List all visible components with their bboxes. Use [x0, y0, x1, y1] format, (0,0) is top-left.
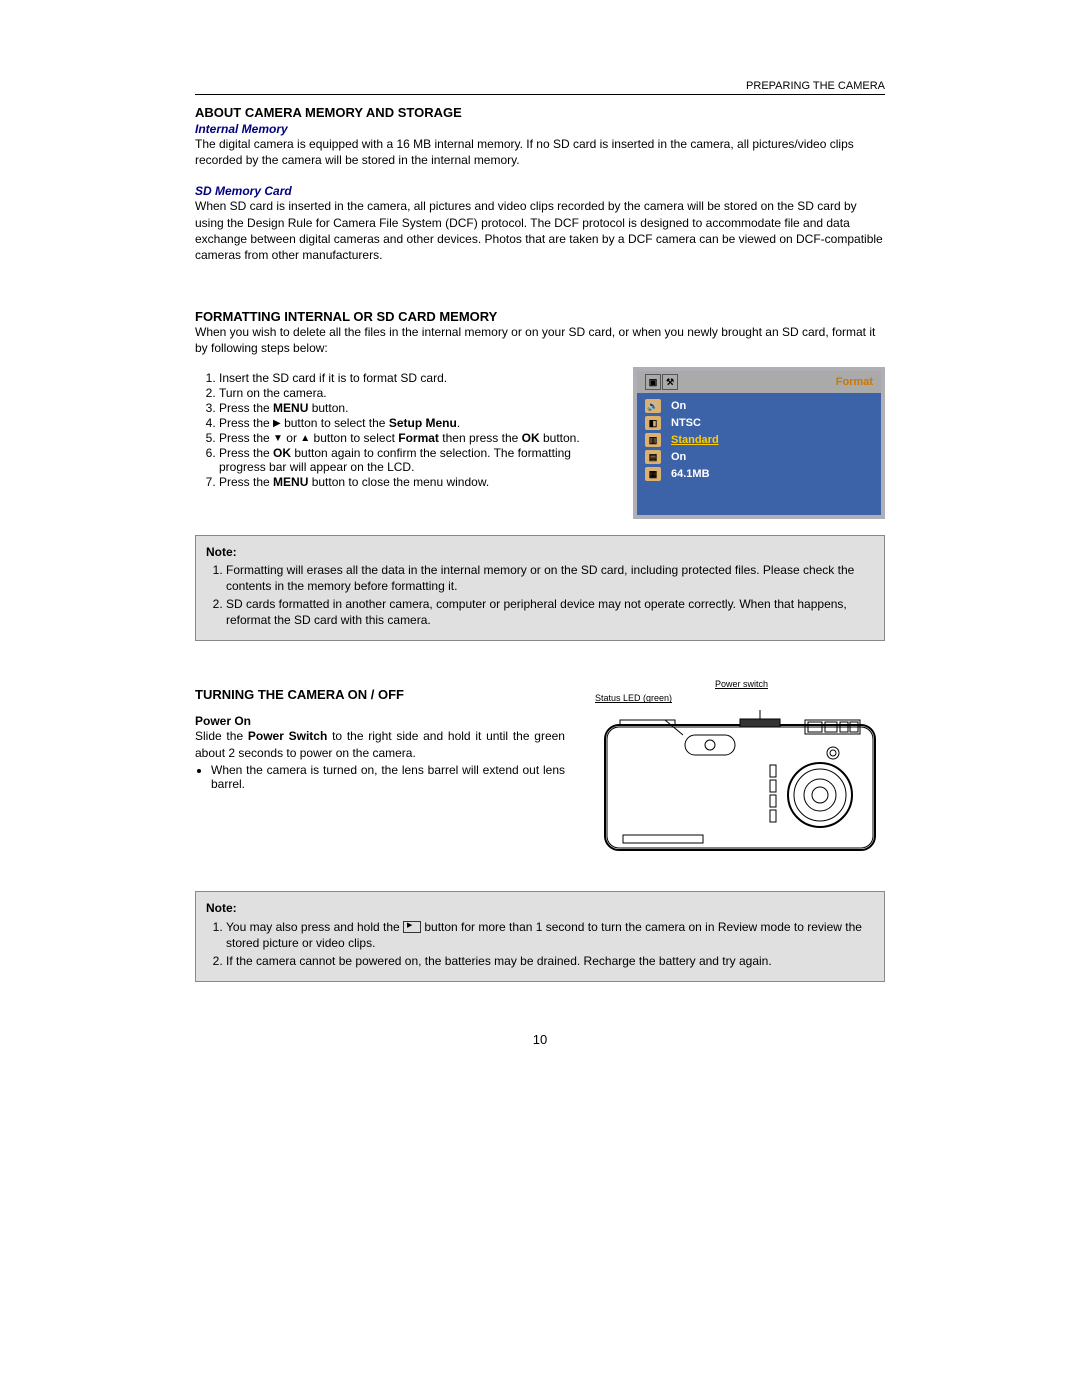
- lcd-tab-icons: ▣⚒: [645, 374, 679, 390]
- lcd-row1-value: On: [671, 400, 686, 412]
- diagram-label-power-switch: Power switch: [715, 679, 768, 689]
- note2-item1: You may also press and hold the button f…: [226, 919, 874, 951]
- note2-label: Note:: [206, 900, 874, 916]
- lcd-title: Format: [836, 376, 873, 388]
- section-1-sub2: SD Memory Card: [195, 184, 885, 198]
- review-icon: [403, 921, 421, 933]
- section-3-p1: Slide the Power Switch to the right side…: [195, 728, 565, 760]
- lcd-row4-value: On: [671, 451, 686, 463]
- lcd-screenshot: ▣⚒ Format 🔊 On ◧ NTSC ▥ Standard ▤ On ▦ 64.1M…: [633, 367, 885, 519]
- note-box-1: Note: Formatting will erases all the dat…: [195, 535, 885, 642]
- diagram-label-status-led: Status LED (green): [595, 693, 672, 703]
- header-section: PREPARING THE CAMERA: [746, 80, 885, 92]
- step-3: Press the MENU button.: [219, 401, 603, 415]
- section-2-intro: When you wish to delete all the files in…: [195, 324, 885, 356]
- camera-diagram: Power switch Status LED (green): [595, 681, 885, 861]
- lcd-body: 🔊 On ◧ NTSC ▥ Standard ▤ On ▦ 64.1MB: [637, 393, 881, 515]
- section-3-sub: Power On: [195, 714, 565, 728]
- date-icon: ▤: [645, 450, 661, 464]
- section-3-bullets: When the camera is turned on, the lens b…: [195, 763, 565, 791]
- section-1-p1: The digital camera is equipped with a 16…: [195, 136, 885, 168]
- section-1-title: ABOUT CAMERA MEMORY AND STORAGE: [195, 105, 885, 120]
- note2-item2: If the camera cannot be powered on, the …: [226, 953, 874, 969]
- usb-icon: ▥: [645, 433, 661, 447]
- step-7: Press the MENU button to close the menu …: [219, 475, 603, 489]
- format-icon: ▦: [645, 467, 661, 481]
- camera-outline-icon: [595, 705, 885, 860]
- lcd-header: ▣⚒ Format: [637, 371, 881, 393]
- wrench-icon: ⚒: [662, 374, 678, 390]
- section-2-title: FORMATTING INTERNAL OR SD CARD MEMORY: [195, 309, 885, 324]
- lcd-row3-value: Standard: [671, 434, 719, 446]
- sound-icon: 🔊: [645, 399, 661, 413]
- note-box-2: Note: You may also press and hold the bu…: [195, 891, 885, 982]
- step-6: Press the OK button again to confirm the…: [219, 446, 603, 474]
- manual-page: PREPARING THE CAMERA ABOUT CAMERA MEMORY…: [195, 80, 885, 1047]
- section-1-sub1: Internal Memory: [195, 122, 885, 136]
- page-number: 10: [195, 1032, 885, 1047]
- format-steps-list: Insert the SD card if it is to format SD…: [195, 371, 603, 489]
- lcd-row5-value: 64.1MB: [671, 468, 710, 480]
- step-4: Press the ▶ button to select the Setup M…: [219, 416, 603, 430]
- section-3-title: TURNING THE CAMERA ON / OFF: [195, 687, 565, 702]
- section-1-p2: When SD card is inserted in the camera, …: [195, 198, 885, 263]
- down-arrow-icon: ▼: [273, 433, 283, 444]
- step-1: Insert the SD card if it is to format SD…: [219, 371, 603, 385]
- tv-icon: ◧: [645, 416, 661, 430]
- step-5: Press the ▼ or ▲ button to select Format…: [219, 431, 603, 445]
- note1-label: Note:: [206, 544, 874, 560]
- step-2: Turn on the camera.: [219, 386, 603, 400]
- camera-icon: ▣: [645, 374, 661, 390]
- section-3-bullet1: When the camera is turned on, the lens b…: [211, 763, 565, 791]
- right-arrow-icon: ▶: [273, 418, 281, 429]
- page-header: PREPARING THE CAMERA: [195, 80, 885, 95]
- note1-item1: Formatting will erases all the data in t…: [226, 562, 874, 594]
- lcd-row2-value: NTSC: [671, 417, 701, 429]
- note1-item2: SD cards formatted in another camera, co…: [226, 596, 874, 628]
- up-arrow-icon: ▲: [300, 433, 310, 444]
